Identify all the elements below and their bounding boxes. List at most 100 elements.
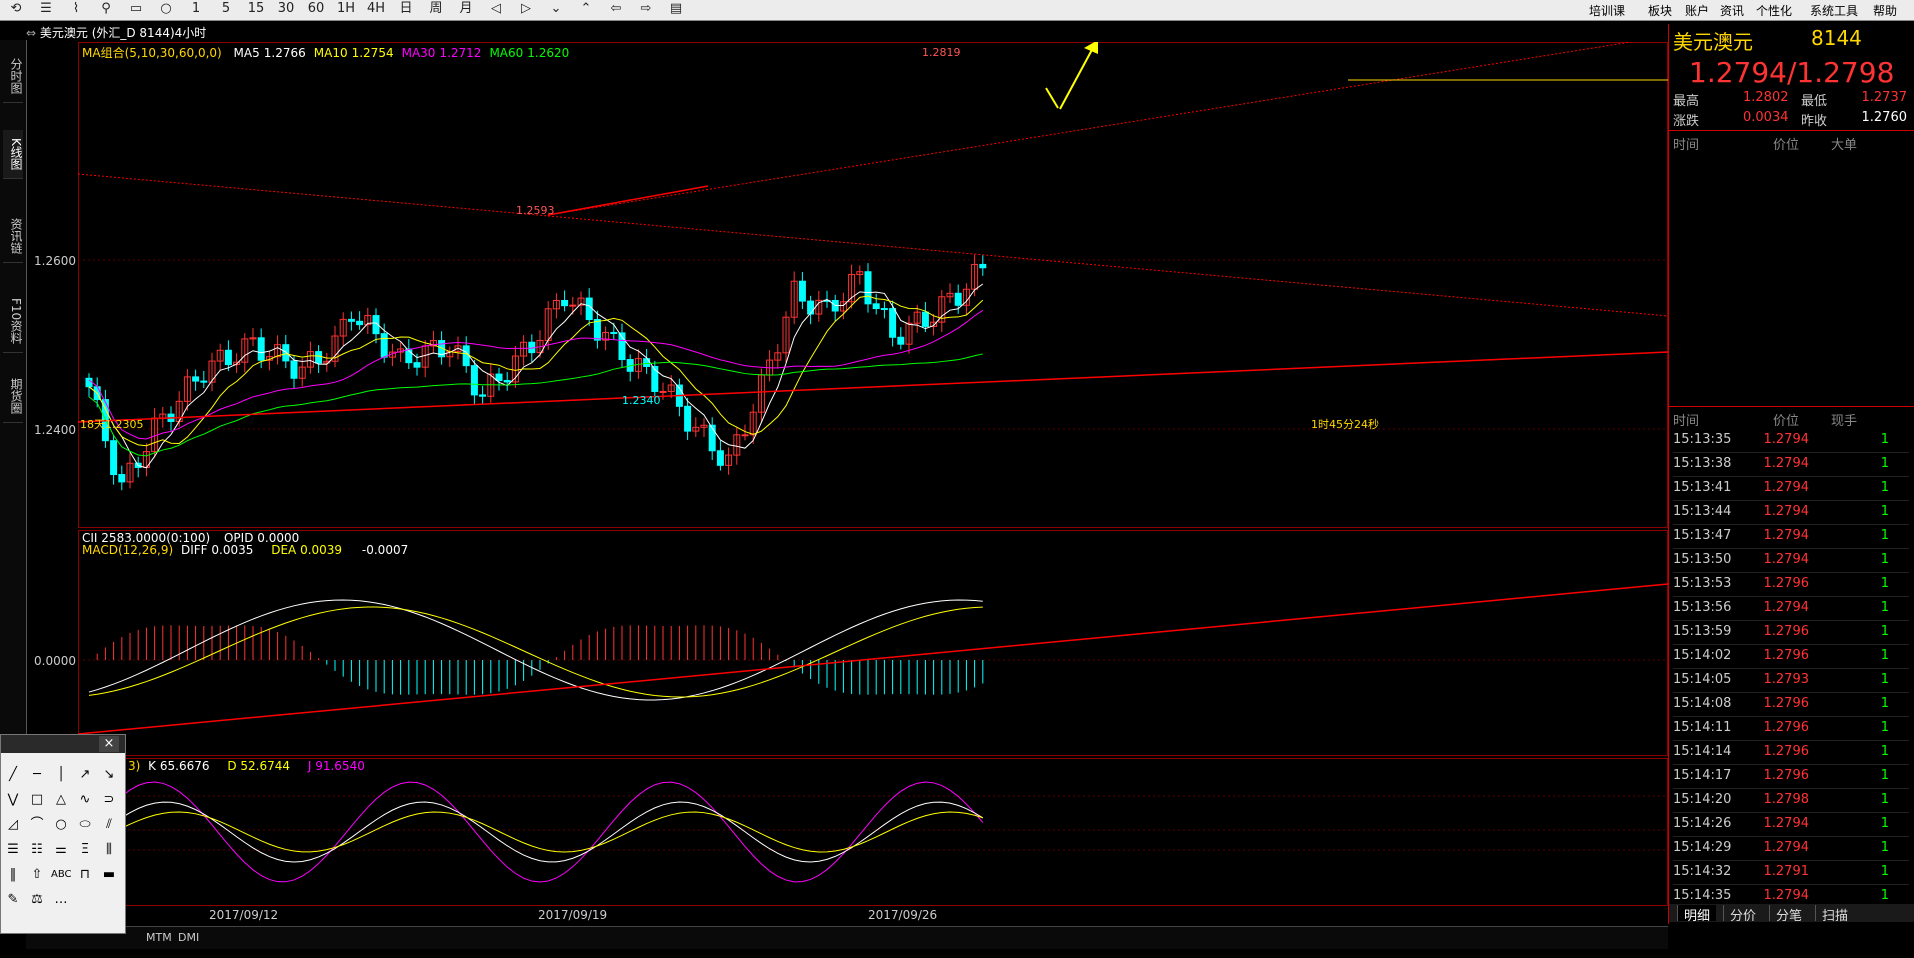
left-icon[interactable]: 月 xyxy=(456,1,476,17)
palette-tool[interactable]: ∿ xyxy=(75,790,95,810)
left-tab-4[interactable]: 期货圈 xyxy=(3,370,23,423)
palette-tool[interactable]: │ xyxy=(51,765,71,785)
period-icon[interactable]: 30 xyxy=(276,1,296,17)
left-tab-2[interactable]: 资讯链 xyxy=(3,210,23,263)
tick-row[interactable]: 15:13:44 1.2794 1 xyxy=(1673,500,1909,525)
prev-icon[interactable]: ⌃ xyxy=(576,1,596,17)
tick-row[interactable]: 15:14:17 1.2796 1 xyxy=(1673,764,1909,789)
left-tab-3[interactable]: F10资料 xyxy=(3,290,23,354)
tick-row[interactable]: 15:14:08 1.2796 1 xyxy=(1673,692,1909,717)
tick-row[interactable]: 15:13:38 1.2794 1 xyxy=(1673,452,1909,477)
tick-row[interactable]: 15:13:53 1.2796 1 xyxy=(1673,572,1909,597)
tick-time: 15:13:56 xyxy=(1673,600,1732,615)
palette-tool[interactable]: Ξ xyxy=(75,840,95,860)
tick-time: 15:14:02 xyxy=(1673,648,1732,663)
next-icon[interactable]: ⇦ xyxy=(606,1,626,17)
palette-tool[interactable]: ⫽ xyxy=(99,815,119,835)
palette-tool[interactable]: ABC xyxy=(51,865,72,885)
palette-tool[interactable]: ⚖ xyxy=(27,890,47,910)
list-icon[interactable]: ☰ xyxy=(36,1,56,17)
tick-row[interactable]: 15:13:50 1.2794 1 xyxy=(1673,548,1909,573)
palette-tool[interactable]: ⌒ xyxy=(27,815,47,835)
tick-row[interactable]: 15:14:11 1.2796 1 xyxy=(1673,716,1909,741)
period-icon[interactable]: 1 xyxy=(186,1,206,17)
tick-row[interactable]: 15:14:32 1.2791 1 xyxy=(1673,860,1909,885)
circle-icon[interactable]: ○ xyxy=(156,1,176,17)
week-icon[interactable]: 日 xyxy=(396,1,416,17)
candle-body xyxy=(315,351,323,364)
palette-tool[interactable]: ☷ xyxy=(27,840,47,860)
palette-tool[interactable]: … xyxy=(51,890,71,910)
quote-tab-3[interactable]: 扫描 xyxy=(1815,905,1854,924)
tick-row[interactable]: 15:13:59 1.2796 1 xyxy=(1673,620,1909,645)
palette-tool[interactable]: ⬭ xyxy=(75,815,95,835)
box-icon[interactable]: ▭ xyxy=(126,1,146,17)
palette-tool[interactable]: ▬ xyxy=(99,865,119,885)
period-icon[interactable]: 15 xyxy=(246,1,266,17)
period-icon[interactable]: 60 xyxy=(306,1,326,17)
right-icon[interactable]: ◁ xyxy=(486,1,506,17)
tab-dmi[interactable]: DMI xyxy=(178,931,199,944)
quote-tab-2[interactable]: 分笔 xyxy=(1769,905,1808,924)
menu-item-6[interactable]: 帮助 xyxy=(1873,2,1897,19)
palette-tool[interactable]: ─ xyxy=(27,765,47,785)
tick-row[interactable]: 15:14:29 1.2794 1 xyxy=(1673,836,1909,861)
quote-tab-1[interactable]: 分价 xyxy=(1723,905,1762,924)
zoom-icon[interactable]: ⚲ xyxy=(96,1,116,17)
kdj-chart[interactable] xyxy=(78,758,1668,906)
tab-mtm[interactable]: MTM xyxy=(146,931,172,944)
tick-row[interactable]: 15:14:14 1.2796 1 xyxy=(1673,740,1909,765)
palette-tool[interactable]: ‖ xyxy=(3,865,23,885)
left-tab-0[interactable]: 分时图 xyxy=(3,50,23,103)
menu-item-4[interactable]: 个性化 xyxy=(1756,2,1792,19)
down-icon[interactable]: ▷ xyxy=(516,1,536,17)
palette-tool[interactable]: ○ xyxy=(51,815,71,835)
month-icon[interactable]: 周 xyxy=(426,1,446,17)
palette-tool[interactable]: ✎ xyxy=(3,890,23,910)
day-icon[interactable]: 4H xyxy=(366,1,386,17)
tick-row[interactable]: 15:14:05 1.2793 1 xyxy=(1673,668,1909,693)
more-icon[interactable]: ▤ xyxy=(666,1,686,17)
menu-item-5[interactable]: 系统工具 xyxy=(1810,2,1858,19)
menu-item-2[interactable]: 账户 xyxy=(1685,2,1709,19)
palette-tool[interactable]: ⊃ xyxy=(99,790,119,810)
palette-tool[interactable]: △ xyxy=(51,790,71,810)
palette-tool[interactable]: ⋁ xyxy=(3,790,23,810)
tick-row[interactable]: 15:13:35 1.2794 1 xyxy=(1673,428,1909,453)
left-tab-1[interactable]: K线图 xyxy=(3,130,23,179)
tick-row[interactable]: 15:14:20 1.2798 1 xyxy=(1673,788,1909,813)
palette-tool[interactable]: ⚌ xyxy=(51,840,71,860)
palette-tool[interactable]: ☰ xyxy=(3,840,23,860)
period-icon[interactable]: 5 xyxy=(216,1,236,17)
ma-value: 1.2754 xyxy=(351,46,394,60)
tick-row[interactable]: 15:14:26 1.2794 1 xyxy=(1673,812,1909,837)
menu-item-3[interactable]: 资讯 xyxy=(1720,2,1744,19)
tick-row[interactable]: 15:13:56 1.2794 1 xyxy=(1673,596,1909,621)
palette-tool[interactable]: □ xyxy=(27,790,47,810)
tick-time: 15:14:32 xyxy=(1673,864,1732,879)
tick-time: 15:14:20 xyxy=(1673,792,1732,807)
back-icon[interactable]: ⟲ xyxy=(6,1,26,17)
chart-icon[interactable]: ⌇ xyxy=(66,1,86,17)
palette-tool[interactable]: ⇧ xyxy=(27,865,47,885)
palette-tool[interactable]: ⊓ xyxy=(75,865,95,885)
tick-row[interactable]: 15:14:02 1.2796 1 xyxy=(1673,644,1909,669)
menu-item-1[interactable]: 板块 xyxy=(1648,2,1672,19)
palette-tool[interactable]: ↗ xyxy=(75,765,95,785)
doc-icon[interactable]: ⇨ xyxy=(636,1,656,17)
tick-row[interactable]: 15:13:41 1.2794 1 xyxy=(1673,476,1909,501)
close-icon[interactable]: × xyxy=(99,736,119,752)
trendline-dotted xyxy=(78,173,1668,317)
palette-tool[interactable]: ↘ xyxy=(99,765,119,785)
up-icon[interactable]: ⌄ xyxy=(546,1,566,17)
candle-body xyxy=(807,300,815,315)
quote-tab-0[interactable]: 明细 xyxy=(1677,905,1717,924)
palette-tool[interactable]: ◿ xyxy=(3,815,23,835)
macd-chart[interactable] xyxy=(78,530,1668,756)
menu-item-0[interactable]: 培训课 xyxy=(1589,2,1625,19)
tick-row[interactable]: 15:13:47 1.2794 1 xyxy=(1673,524,1909,549)
palette-tool[interactable]: ╱ xyxy=(3,765,23,785)
palette-tool[interactable]: ⫼ xyxy=(99,840,119,860)
main-chart[interactable]: 1.2819 1.2593 1.2340 18天1.2305 1时45分24秒 xyxy=(78,42,1668,528)
period-icon[interactable]: 1H xyxy=(336,1,356,17)
